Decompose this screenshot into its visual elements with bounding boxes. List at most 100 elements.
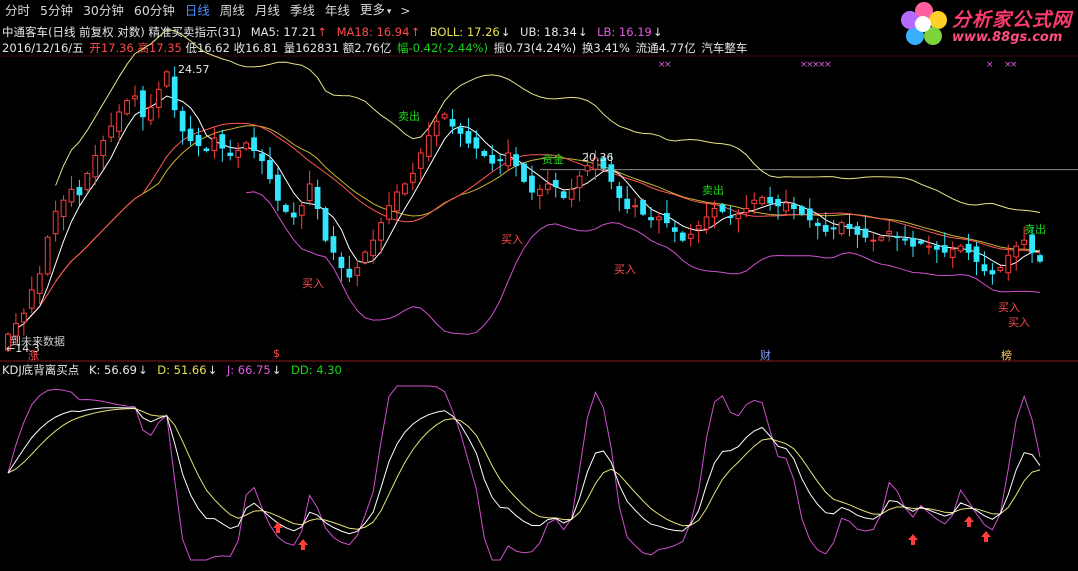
candle-body bbox=[806, 208, 813, 221]
candle-body bbox=[346, 268, 353, 278]
buy-signal-4: 买入 bbox=[998, 301, 1020, 314]
candle-body bbox=[529, 175, 535, 193]
event-marker: × bbox=[1010, 60, 1018, 70]
candle-body bbox=[616, 186, 623, 198]
candle-body bbox=[259, 153, 265, 162]
candle-body bbox=[576, 175, 583, 189]
buy-arrow-icon bbox=[981, 531, 991, 542]
candle-body bbox=[124, 100, 130, 115]
candle-body bbox=[227, 152, 234, 156]
candle-body bbox=[60, 199, 67, 218]
sell-signal-2: 卖出 bbox=[702, 184, 724, 197]
candle-body bbox=[322, 208, 329, 241]
candle-body bbox=[830, 227, 837, 230]
candle-body bbox=[981, 264, 988, 272]
candle-body bbox=[965, 243, 972, 253]
kdj-d: D: 51.66 bbox=[157, 363, 217, 377]
candle-body bbox=[155, 88, 162, 108]
candle-body bbox=[910, 237, 916, 247]
candle-body bbox=[544, 183, 551, 190]
candle-body bbox=[552, 180, 559, 188]
candle-body bbox=[282, 204, 289, 212]
candle-body bbox=[195, 134, 202, 147]
candle-body bbox=[100, 140, 107, 156]
candle-body bbox=[394, 191, 400, 212]
candle-body bbox=[433, 120, 440, 137]
candle-body bbox=[846, 223, 853, 229]
candle-body bbox=[1021, 239, 1028, 245]
candle-body bbox=[513, 154, 519, 167]
candle-body bbox=[386, 205, 392, 220]
candle-body bbox=[743, 208, 750, 213]
candle-body bbox=[695, 225, 702, 230]
kdj-k: K: 56.69 bbox=[89, 363, 148, 377]
candle-body bbox=[679, 232, 686, 241]
ma18-line bbox=[23, 122, 1041, 325]
candle-body bbox=[711, 208, 718, 218]
buy-arrow-icon bbox=[298, 539, 308, 550]
marker-cai: 财 bbox=[760, 349, 771, 362]
candle-body bbox=[933, 245, 940, 250]
candle-body bbox=[862, 228, 869, 238]
level-label: 20.36 bbox=[582, 151, 614, 164]
candle-body bbox=[497, 159, 504, 162]
candle-body bbox=[338, 256, 345, 269]
candle-body bbox=[632, 205, 639, 208]
candle-body bbox=[465, 131, 472, 144]
candle-body bbox=[814, 222, 821, 227]
kdj-title: KDJ底背离买点 bbox=[2, 363, 80, 377]
candle-body bbox=[568, 188, 575, 200]
candle-body bbox=[870, 239, 877, 242]
candle-body bbox=[687, 233, 694, 239]
candle-body bbox=[211, 137, 218, 151]
boll-line bbox=[55, 125, 1041, 282]
candle-body bbox=[1013, 245, 1020, 258]
level-tag: 资金 bbox=[542, 153, 564, 166]
candle-body bbox=[775, 199, 781, 207]
candle-body bbox=[997, 267, 1004, 271]
candle-body bbox=[1037, 255, 1043, 262]
candle-body bbox=[171, 76, 178, 111]
marker-zhang: 涨 bbox=[28, 349, 39, 362]
candle-body bbox=[1029, 234, 1035, 253]
candle-body bbox=[560, 191, 567, 198]
candle-body bbox=[36, 273, 43, 294]
kdj-dd: DD: 4.30 bbox=[291, 363, 342, 377]
buy-arrow-icon bbox=[908, 534, 918, 545]
candle-body bbox=[973, 246, 980, 262]
kdj-j-line bbox=[7, 385, 1041, 561]
candle-body bbox=[251, 137, 257, 151]
candle-body bbox=[68, 188, 75, 203]
candle-body bbox=[179, 110, 186, 132]
candle-body bbox=[409, 172, 416, 183]
event-marker: × bbox=[824, 60, 832, 70]
candle-body bbox=[664, 213, 670, 224]
candle-body bbox=[84, 172, 91, 191]
candle-body bbox=[417, 152, 424, 169]
candle-body bbox=[918, 240, 924, 244]
candle-body bbox=[163, 71, 170, 87]
candle-body bbox=[759, 196, 766, 205]
candle-body bbox=[894, 236, 901, 239]
candle-body bbox=[267, 160, 273, 180]
sell-signal-1: 卖出 bbox=[398, 110, 420, 123]
candle-body bbox=[314, 186, 321, 210]
candle-body bbox=[703, 216, 710, 230]
candle-body bbox=[362, 251, 369, 263]
candle-body bbox=[235, 149, 242, 158]
high-price-label: 24.57 bbox=[178, 63, 210, 76]
candle-body bbox=[671, 227, 678, 232]
candle-body bbox=[783, 202, 789, 212]
candle-body bbox=[92, 154, 99, 178]
candle-body bbox=[505, 152, 512, 167]
candle-body bbox=[949, 248, 956, 258]
candle-body bbox=[989, 270, 996, 275]
candle-body bbox=[330, 236, 337, 253]
candle-body bbox=[425, 135, 432, 157]
candle-body bbox=[473, 137, 480, 149]
kline-chart[interactable]: ×× ××××× × ×× bbox=[0, 0, 1078, 571]
buy-signal-1: 买入 bbox=[302, 277, 324, 290]
candle-body bbox=[1005, 254, 1012, 274]
candle-body bbox=[521, 163, 527, 182]
candle-body bbox=[441, 113, 448, 119]
